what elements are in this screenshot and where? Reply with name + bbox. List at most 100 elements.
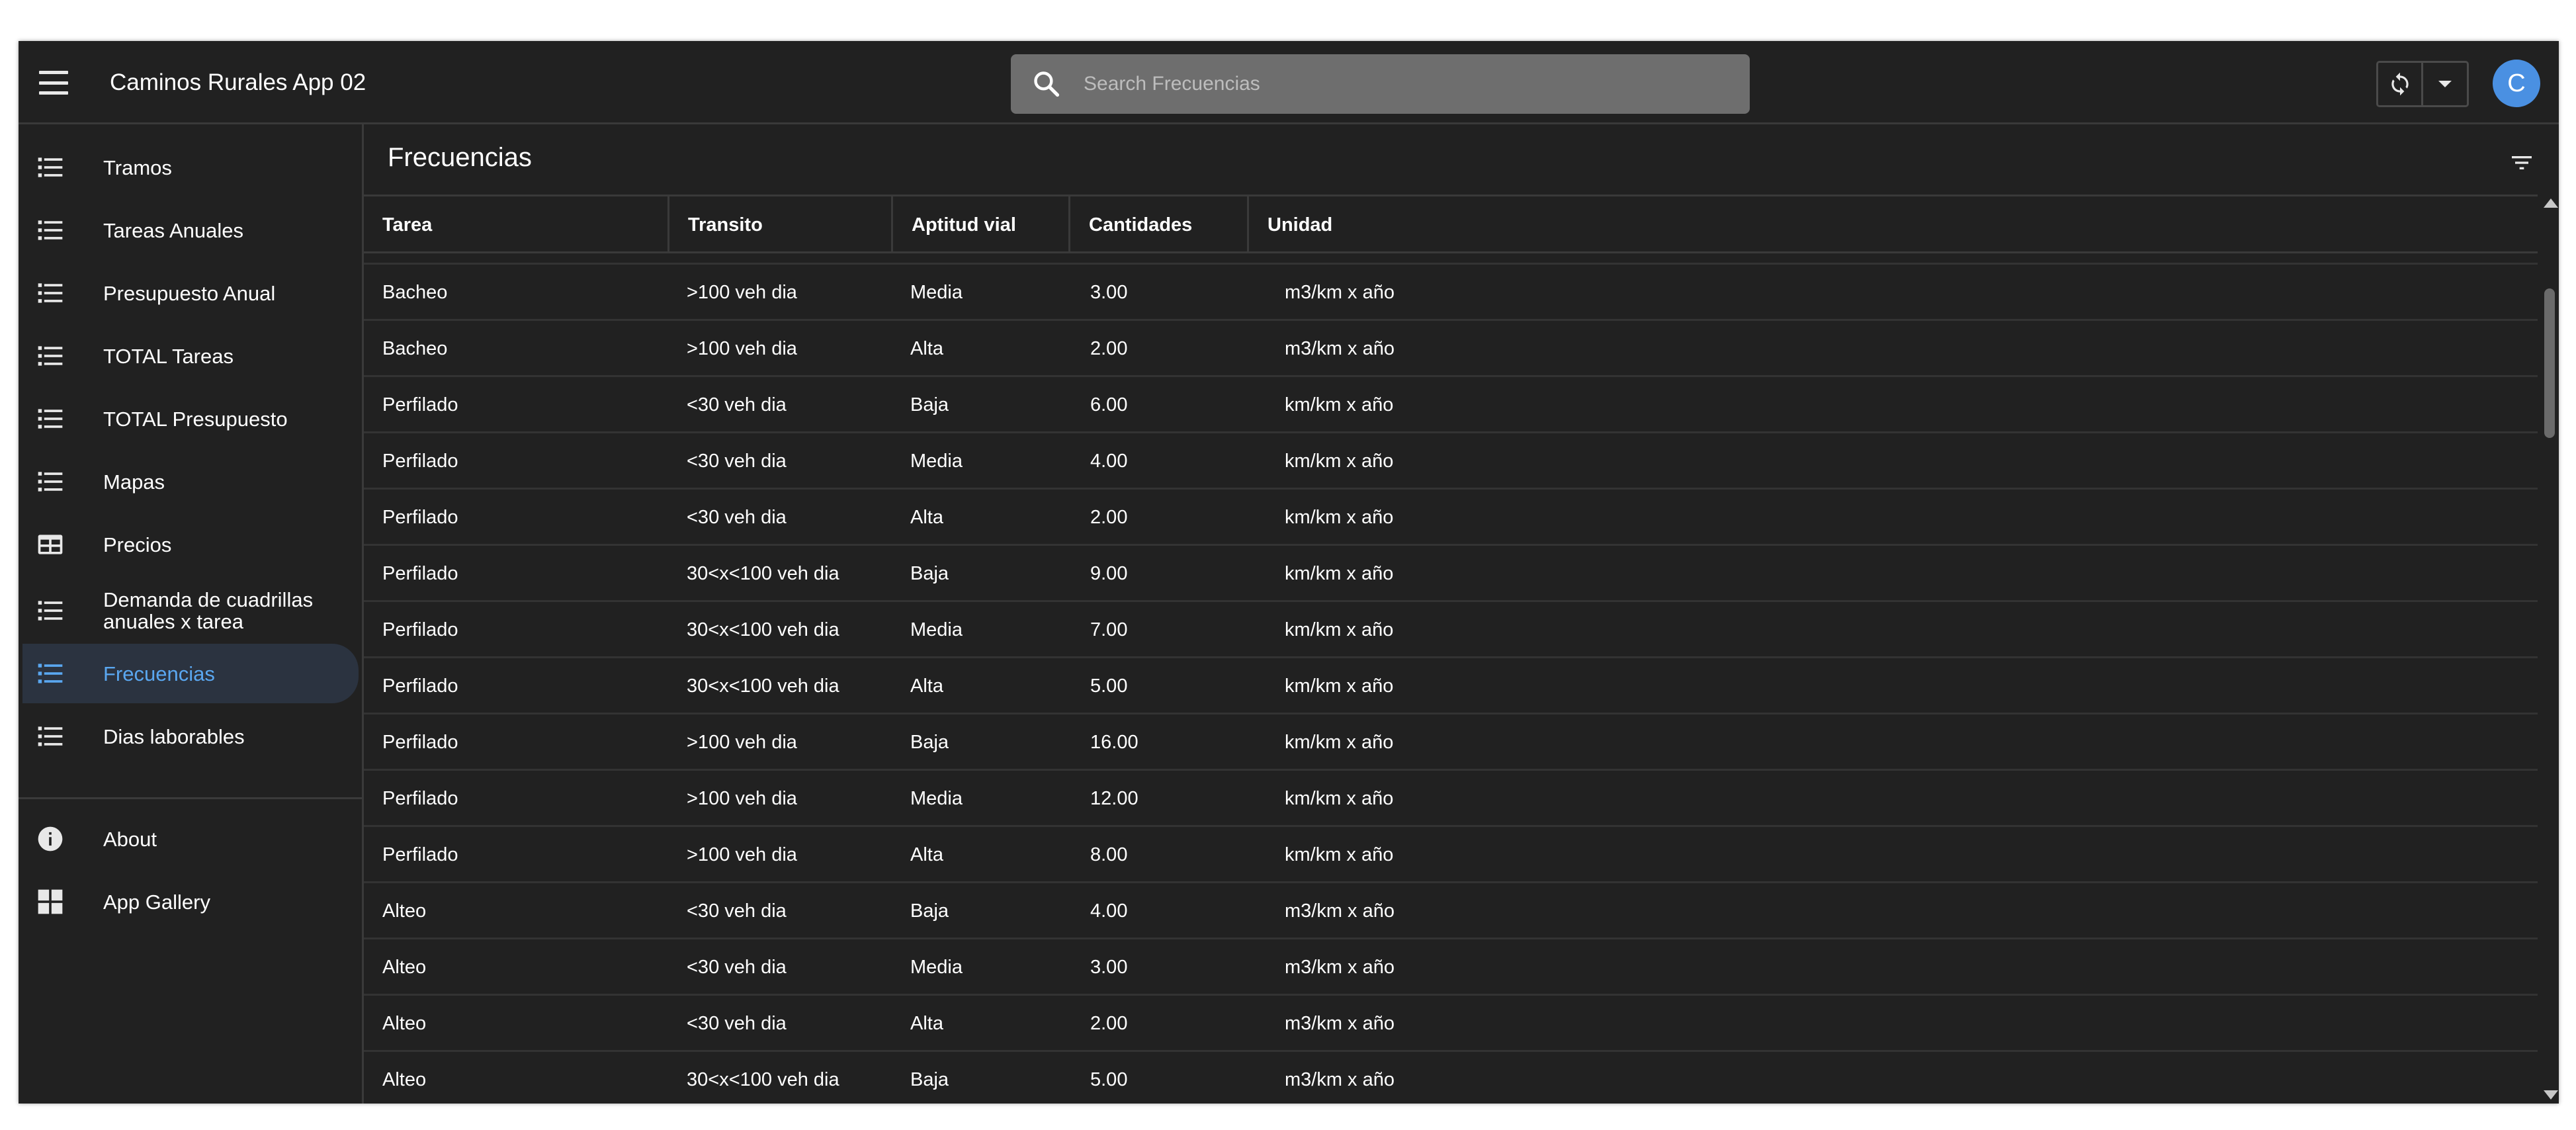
main-content: Frecuencias Tarea Transito Aptitud vial … (364, 124, 2559, 1104)
search-bar[interactable] (1011, 54, 1750, 114)
table-row[interactable]: Perfilado 30<x<100 veh dia Alta 5.00 km/km x… (364, 656, 2538, 713)
list-icon (36, 279, 65, 308)
list-icon (36, 404, 65, 433)
table-row[interactable]: Perfilado >100 veh dia Alta 8.00 km/km x año (364, 825, 2538, 881)
cell-cantidades: 3.00 (1090, 957, 1128, 978)
cell-aptitud-vial: Alta (910, 338, 943, 359)
table-icon (36, 530, 65, 559)
cell-transito: 30<x<100 veh dia (687, 675, 839, 697)
sidebar-item-total-presupuesto[interactable]: TOTAL Presupuesto (22, 389, 359, 449)
column-header-tarea[interactable]: Tarea (364, 196, 669, 253)
cell-transito: 30<x<100 veh dia (687, 619, 839, 640)
sidebar-item-label: Tramos (103, 155, 172, 179)
column-header-unidad[interactable]: Unidad (1249, 196, 2538, 253)
cell-aptitud-vial: Baja (910, 563, 949, 584)
cell-unidad: km/km x año (1285, 675, 1394, 697)
filter-icon[interactable] (2509, 150, 2535, 176)
scrollbar-thumb[interactable] (2544, 288, 2555, 438)
column-header-aptitud-vial[interactable]: Aptitud vial (893, 196, 1070, 253)
sidebar-item-tareas-anuales[interactable]: Tareas Anuales (22, 200, 359, 260)
column-header-cantidades[interactable]: Cantidades (1070, 196, 1249, 253)
list-icon (36, 341, 65, 370)
column-header-transito[interactable]: Transito (669, 196, 893, 253)
vertical-scrollbar[interactable] (2540, 195, 2559, 1104)
cell-unidad: km/km x año (1285, 844, 1394, 865)
search-input[interactable] (1084, 54, 1732, 114)
table-row[interactable]: Perfilado <30 veh dia Baja 6.00 km/km x año (364, 375, 2538, 431)
cell-transito: <30 veh dia (687, 451, 787, 472)
sync-dropdown-button[interactable] (2423, 63, 2467, 105)
cell-tarea: Perfilado (382, 507, 458, 528)
sidebar-item-label: TOTAL Presupuesto (103, 407, 288, 431)
cell-cantidades: 12.00 (1090, 788, 1138, 809)
cell-cantidades: 2.00 (1090, 338, 1128, 359)
cell-cantidades: 4.00 (1090, 451, 1128, 472)
cell-tarea: Perfilado (382, 788, 458, 809)
cell-transito: 30<x<100 veh dia (687, 563, 839, 584)
sidebar-item-presupuesto-anual[interactable]: Presupuesto Anual (22, 263, 359, 323)
cell-unidad: km/km x año (1285, 732, 1394, 753)
sidebar-item-dias-laborables[interactable]: Dias laborables (22, 707, 359, 766)
menu-icon[interactable] (37, 66, 70, 99)
sidebar-item-label: Precios (103, 533, 172, 556)
avatar[interactable]: C (2493, 60, 2540, 107)
sidebar-item-label: About (103, 827, 157, 851)
table-row[interactable]: Perfilado <30 veh dia Media 4.00 km/km x año (364, 431, 2538, 488)
cell-cantidades: 16.00 (1090, 732, 1138, 753)
table-row[interactable]: Perfilado >100 veh dia Baja 16.00 km/km x añ… (364, 713, 2538, 769)
cell-cantidades: 5.00 (1090, 1069, 1128, 1090)
cell-tarea: Bacheo (382, 282, 448, 303)
cell-transito: >100 veh dia (687, 732, 797, 753)
table-row[interactable]: Perfilado <30 veh dia Alta 2.00 km/km x año (364, 488, 2538, 544)
sidebar-item-precios[interactable]: Precios (22, 515, 359, 574)
data-table: Tarea Transito Aptitud vial Cantidades U… (364, 195, 2538, 1104)
sidebar-item-frecuencias[interactable]: Frecuencias (22, 644, 359, 703)
sidebar-item-mapas[interactable]: Mapas (22, 452, 359, 511)
table-row[interactable]: Alteo <30 veh dia Alta 2.00 m3/km x año (364, 994, 2538, 1050)
cell-unidad: m3/km x año (1285, 338, 1395, 359)
cell-aptitud-vial: Media (910, 282, 963, 303)
sync-button-group (2376, 61, 2469, 107)
top-app-bar: Caminos Rurales App 02 C (19, 41, 2559, 124)
list-icon (36, 722, 65, 751)
cell-transito: >100 veh dia (687, 338, 797, 359)
cell-aptitud-vial: Alta (910, 507, 943, 528)
cell-cantidades: 5.00 (1090, 675, 1128, 697)
table-row[interactable]: Bacheo >100 veh dia Media 3.00 m3/km x año (364, 263, 2538, 319)
cell-cantidades: 2.00 (1090, 507, 1128, 528)
cell-cantidades: 7.00 (1090, 619, 1128, 640)
cell-transito: <30 veh dia (687, 1013, 787, 1034)
sync-button[interactable] (2378, 63, 2423, 105)
scroll-down-arrow-icon[interactable] (2544, 1090, 2558, 1100)
table-row[interactable]: Alteo <30 veh dia Baja 4.00 m3/km x año (364, 881, 2538, 937)
cell-transito: <30 veh dia (687, 900, 787, 922)
table-row[interactable]: Alteo <30 veh dia Media 3.00 m3/km x año (364, 937, 2538, 994)
table-row[interactable]: Perfilado 30<x<100 veh dia Media 7.00 km/km … (364, 600, 2538, 656)
sidebar-item-tramos[interactable]: Tramos (22, 138, 359, 197)
cell-transito: <30 veh dia (687, 394, 787, 415)
cell-transito: 30<x<100 veh dia (687, 1069, 839, 1090)
sidebar-item-label: Presupuesto Anual (103, 281, 276, 305)
cell-aptitud-vial: Media (910, 788, 963, 809)
sidebar-item-about[interactable]: About (22, 809, 359, 869)
sidebar-item-app-gallery[interactable]: App Gallery (22, 872, 359, 932)
table-row[interactable]: Perfilado >100 veh dia Media 12.00 km/km x a… (364, 769, 2538, 825)
info-icon (36, 824, 65, 853)
scroll-up-arrow-icon[interactable] (2544, 198, 2558, 208)
cell-cantidades: 9.00 (1090, 563, 1128, 584)
sidebar-item-label: Dias laborables (103, 724, 245, 748)
sidebar-item-total-tareas[interactable]: TOTAL Tareas (22, 326, 359, 386)
cell-unidad: km/km x año (1285, 563, 1394, 584)
sidebar-item-demanda-de-cuadrillas-anuales-x-tarea[interactable]: Demanda de cuadrillas anuales x tarea (22, 574, 359, 647)
table-body: Bacheo >100 veh dia Media 3.00 m3/km x año Ba… (364, 263, 2538, 1104)
sidebar-item-label: App Gallery (103, 890, 210, 914)
cell-aptitud-vial: Alta (910, 675, 943, 697)
table-row[interactable]: Bacheo >100 veh dia Alta 2.00 m3/km x año (364, 319, 2538, 375)
app-title: Caminos Rurales App 02 (110, 69, 366, 95)
table-row[interactable]: Alteo 30<x<100 veh dia Baja 5.00 m3/km x año (364, 1050, 2538, 1104)
cell-aptitud-vial: Alta (910, 844, 943, 865)
table-row[interactable]: Perfilado 30<x<100 veh dia Baja 9.00 km/km x… (364, 544, 2538, 600)
cell-tarea: Alteo (382, 900, 427, 922)
cell-cantidades: 4.00 (1090, 900, 1128, 922)
list-icon (36, 153, 65, 182)
